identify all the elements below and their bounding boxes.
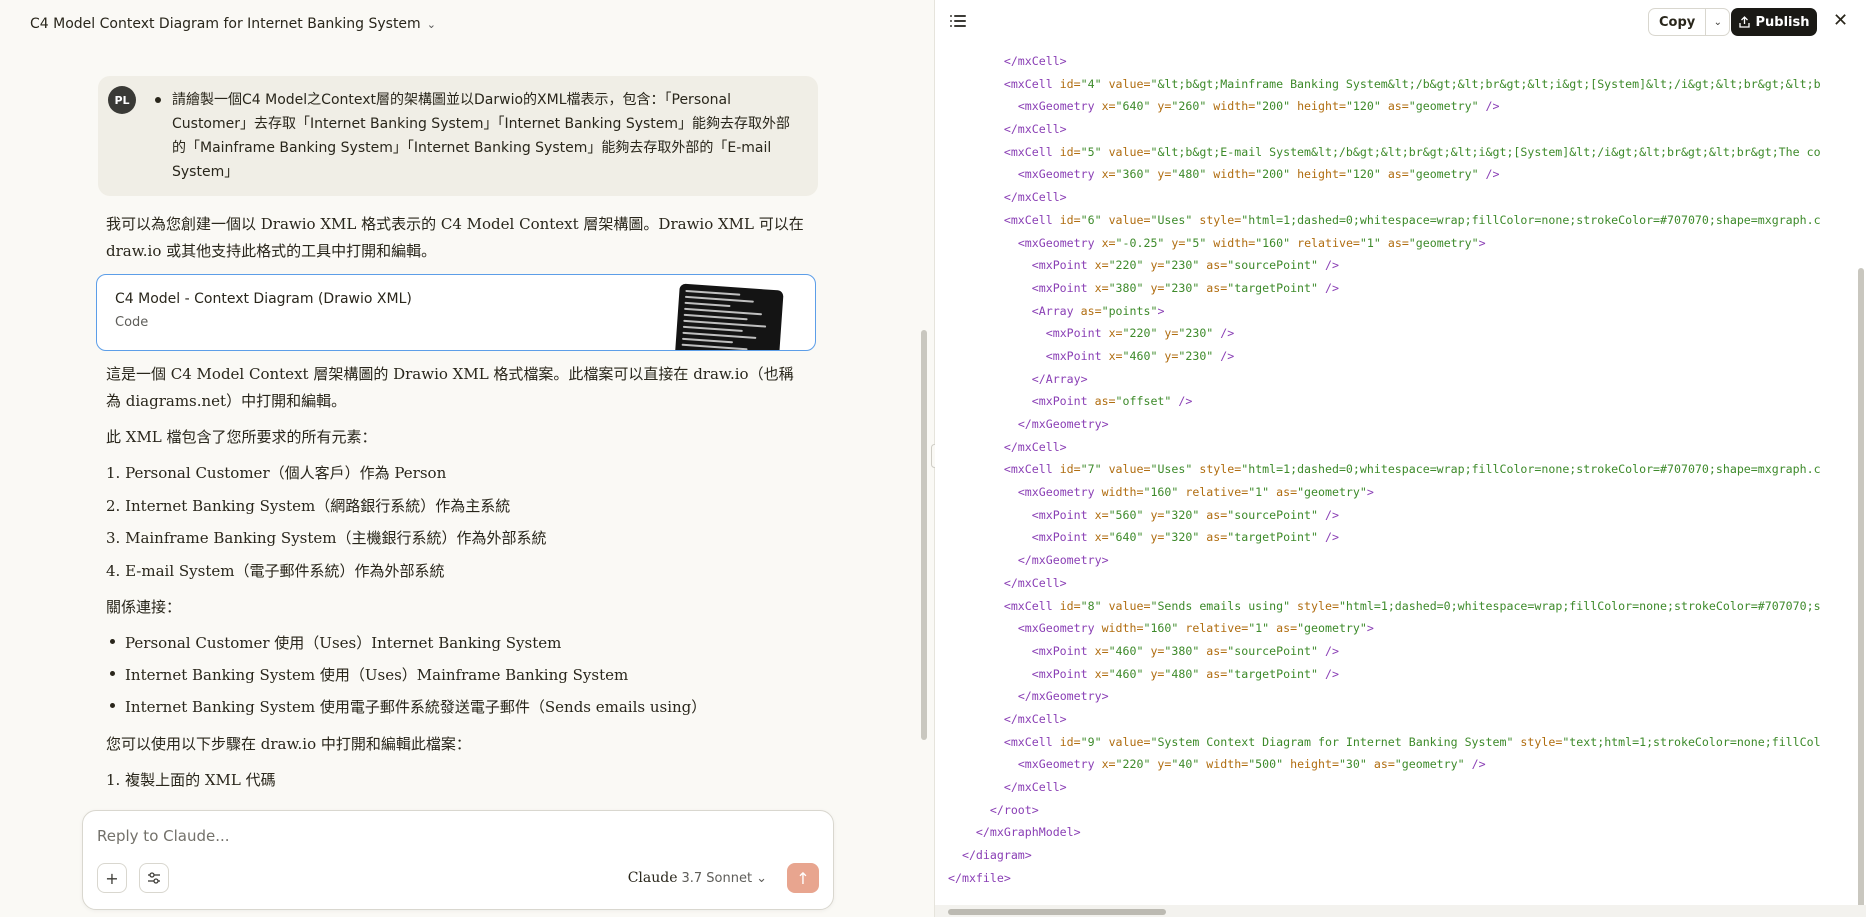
code-line: <mxPoint as="offset" /> <box>1031 394 1193 409</box>
reply-composer: + Claude 3.7 Sonnet ⌄ ↑ <box>82 810 834 910</box>
code-line: </Array> <box>1031 371 1088 386</box>
response-intro: 我可以為您創建一個以 Drawio XML 格式表示的 C4 Model Con… <box>106 215 804 260</box>
response-paragraph: 這是一個 C4 Model Context 層架構圖的 Drawio XML 格… <box>106 365 794 410</box>
list-item: 4. E-mail System（電子郵件系統）作為外部系統 <box>106 562 445 580</box>
code-line: <mxPoint x="640" y="320" as="targetPoint… <box>1031 530 1339 545</box>
list-item: 2. Internet Banking System（網路銀行系統）作為主系統 <box>106 497 511 515</box>
code-line: <mxCell id="7" value="Uses" style="html=… <box>1003 462 1821 477</box>
share-icon <box>1738 16 1750 28</box>
code-line: <mxPoint x="220" y="230" /> <box>1045 326 1235 341</box>
code-line: <mxGeometry x="-0.25" y="5" width="160" … <box>1017 235 1486 250</box>
close-icon[interactable]: ✕ <box>1833 10 1848 31</box>
code-line: </mxGeometry> <box>1017 553 1109 568</box>
artifact-card[interactable]: C4 Model - Context Diagram (Drawio XML) … <box>96 274 816 351</box>
add-attachment-button[interactable]: + <box>97 863 127 893</box>
code-line: <mxGeometry x="360" y="480" width="200" … <box>1017 167 1500 182</box>
code-line: <mxPoint x="220" y="230" as="sourcePoint… <box>1031 258 1339 273</box>
list-item: Internet Banking System 使用（Uses）Mainfram… <box>125 666 629 684</box>
artifact-title: C4 Model - Context Diagram (Drawio XML) <box>115 291 412 307</box>
code-line: <mxPoint x="460" y="230" /> <box>1045 348 1235 363</box>
chevron-down-icon: ⌄ <box>426 17 436 31</box>
model-name: Claude <box>627 870 678 886</box>
code-line: </mxCell> <box>1003 575 1067 590</box>
code-line: </mxCell> <box>1003 54 1067 68</box>
code-line: <mxPoint x="460" y="380" as="sourcePoint… <box>1031 643 1339 658</box>
code-line: <mxCell id="4" value="&lt;b&gt;Mainframe… <box>1003 76 1821 91</box>
reply-input[interactable] <box>97 827 797 845</box>
list-item: Internet Banking System 使用電子郵件系統發送電子郵件（S… <box>125 698 707 716</box>
code-line: <mxGeometry width="160" relative="1" as=… <box>1017 485 1374 500</box>
bullet-icon <box>110 703 115 708</box>
model-version: 3.7 Sonnet <box>681 870 753 886</box>
code-line: <mxGeometry x="220" y="40" width="500" h… <box>1017 757 1486 772</box>
code-line: </mxfile> <box>948 870 1011 885</box>
code-line: <mxPoint x="560" y="320" as="sourcePoint… <box>1031 507 1339 522</box>
copy-options-button[interactable]: ⌄ <box>1705 9 1729 35</box>
plus-icon: + <box>105 868 119 888</box>
steps-heading: 您可以使用以下步驟在 draw.io 中打開和編輯此檔案： <box>106 735 471 753</box>
artifact-type: Code <box>115 315 149 330</box>
bullet-icon <box>155 97 161 103</box>
code-thumbnail-icon <box>674 283 784 350</box>
copy-button[interactable]: Copy <box>1649 9 1705 35</box>
chat-scrollbar[interactable] <box>921 330 927 740</box>
arrow-up-icon: ↑ <box>796 868 810 888</box>
user-message-text: 請繪製一個C4 Model之Context層的架構圖並以Darwio的XML檔表… <box>172 92 791 180</box>
code-line: </mxCell> <box>1003 439 1067 454</box>
code-line: <mxCell id="6" value="Uses" style="html=… <box>1003 212 1821 227</box>
list-icon[interactable] <box>950 14 966 28</box>
code-line: </root> <box>989 802 1039 817</box>
publish-label: Publish <box>1755 14 1810 30</box>
conversation-title: C4 Model Context Diagram for Internet Ba… <box>30 16 421 32</box>
conversation-title-menu[interactable]: C4 Model Context Diagram for Internet Ba… <box>30 12 436 36</box>
code-line: <mxPoint x="460" y="480" as="targetPoint… <box>1031 666 1339 681</box>
list-item: 1. 複製上面的 XML 代碼 <box>106 771 276 789</box>
code-line: <mxCell id="5" value="&lt;b&gt;E-mail Sy… <box>1003 144 1821 159</box>
code-line: <mxCell id="8" value="Sends emails using… <box>1003 598 1821 613</box>
app-window: C4 Model Context Diagram for Internet Ba… <box>0 0 1866 917</box>
relations-heading: 關係連接： <box>106 598 182 616</box>
chevron-down-icon: ⌄ <box>756 870 767 886</box>
user-message: PL 請繪製一個C4 Model之Context層的架構圖並以Darwio的XM… <box>98 76 818 196</box>
code-line: </diagram> <box>961 848 1032 863</box>
code-line: </mxGeometry> <box>1017 689 1109 704</box>
code-line: </mxCell> <box>1003 780 1067 794</box>
chat-pane: C4 Model Context Diagram for Internet Ba… <box>0 0 934 917</box>
avatar: PL <box>108 86 136 114</box>
bullet-icon <box>110 639 115 644</box>
chevron-down-icon: ⌄ <box>1713 16 1722 28</box>
code-vertical-scrollbar[interactable] <box>1858 268 1864 908</box>
sliders-icon <box>148 872 160 884</box>
code-line: </mxGeometry> <box>1017 417 1109 431</box>
code-line: <mxPoint x="380" y="230" as="targetPoint… <box>1031 280 1339 295</box>
publish-button[interactable]: Publish <box>1731 8 1817 36</box>
code-line: </mxCell> <box>1003 122 1067 137</box>
code-line: </mxCell> <box>1003 711 1067 726</box>
code-viewer[interactable]: </mxCell> <mxCell id="4" value="&lt;b&gt… <box>948 50 1821 889</box>
code-line: <mxGeometry width="160" relative="1" as=… <box>1017 621 1374 636</box>
code-line: <mxCell id="9" value="System Context Dia… <box>1003 734 1821 749</box>
artifact-panel: Copy ⌄ Publish ✕ </mxCell> <mxCell id="4… <box>935 0 1866 917</box>
list-item: 3. Mainframe Banking System（主機銀行系統）作為外部系… <box>106 529 547 547</box>
copy-button-group: Copy ⌄ <box>1648 8 1731 36</box>
code-line: </mxGraphModel> <box>975 825 1081 840</box>
code-line: <Array as="points"> <box>1031 303 1165 318</box>
list-item: Personal Customer 使用（Uses）Internet Banki… <box>125 634 562 652</box>
send-button[interactable]: ↑ <box>787 863 819 893</box>
artifact-header: Copy ⌄ Publish ✕ <box>935 0 1866 44</box>
bullet-icon <box>110 671 115 676</box>
response-paragraph: 此 XML 檔包含了您所要求的所有元素： <box>106 428 377 446</box>
code-line: </mxCell> <box>1003 190 1067 205</box>
code-line: <mxGeometry x="640" y="260" width="200" … <box>1017 99 1500 114</box>
tools-button[interactable] <box>139 863 169 893</box>
code-horizontal-scrollbar[interactable] <box>948 909 1166 915</box>
list-item: 1. Personal Customer（個人客戶）作為 Person <box>106 464 447 482</box>
model-selector[interactable]: Claude 3.7 Sonnet ⌄ <box>628 870 767 886</box>
